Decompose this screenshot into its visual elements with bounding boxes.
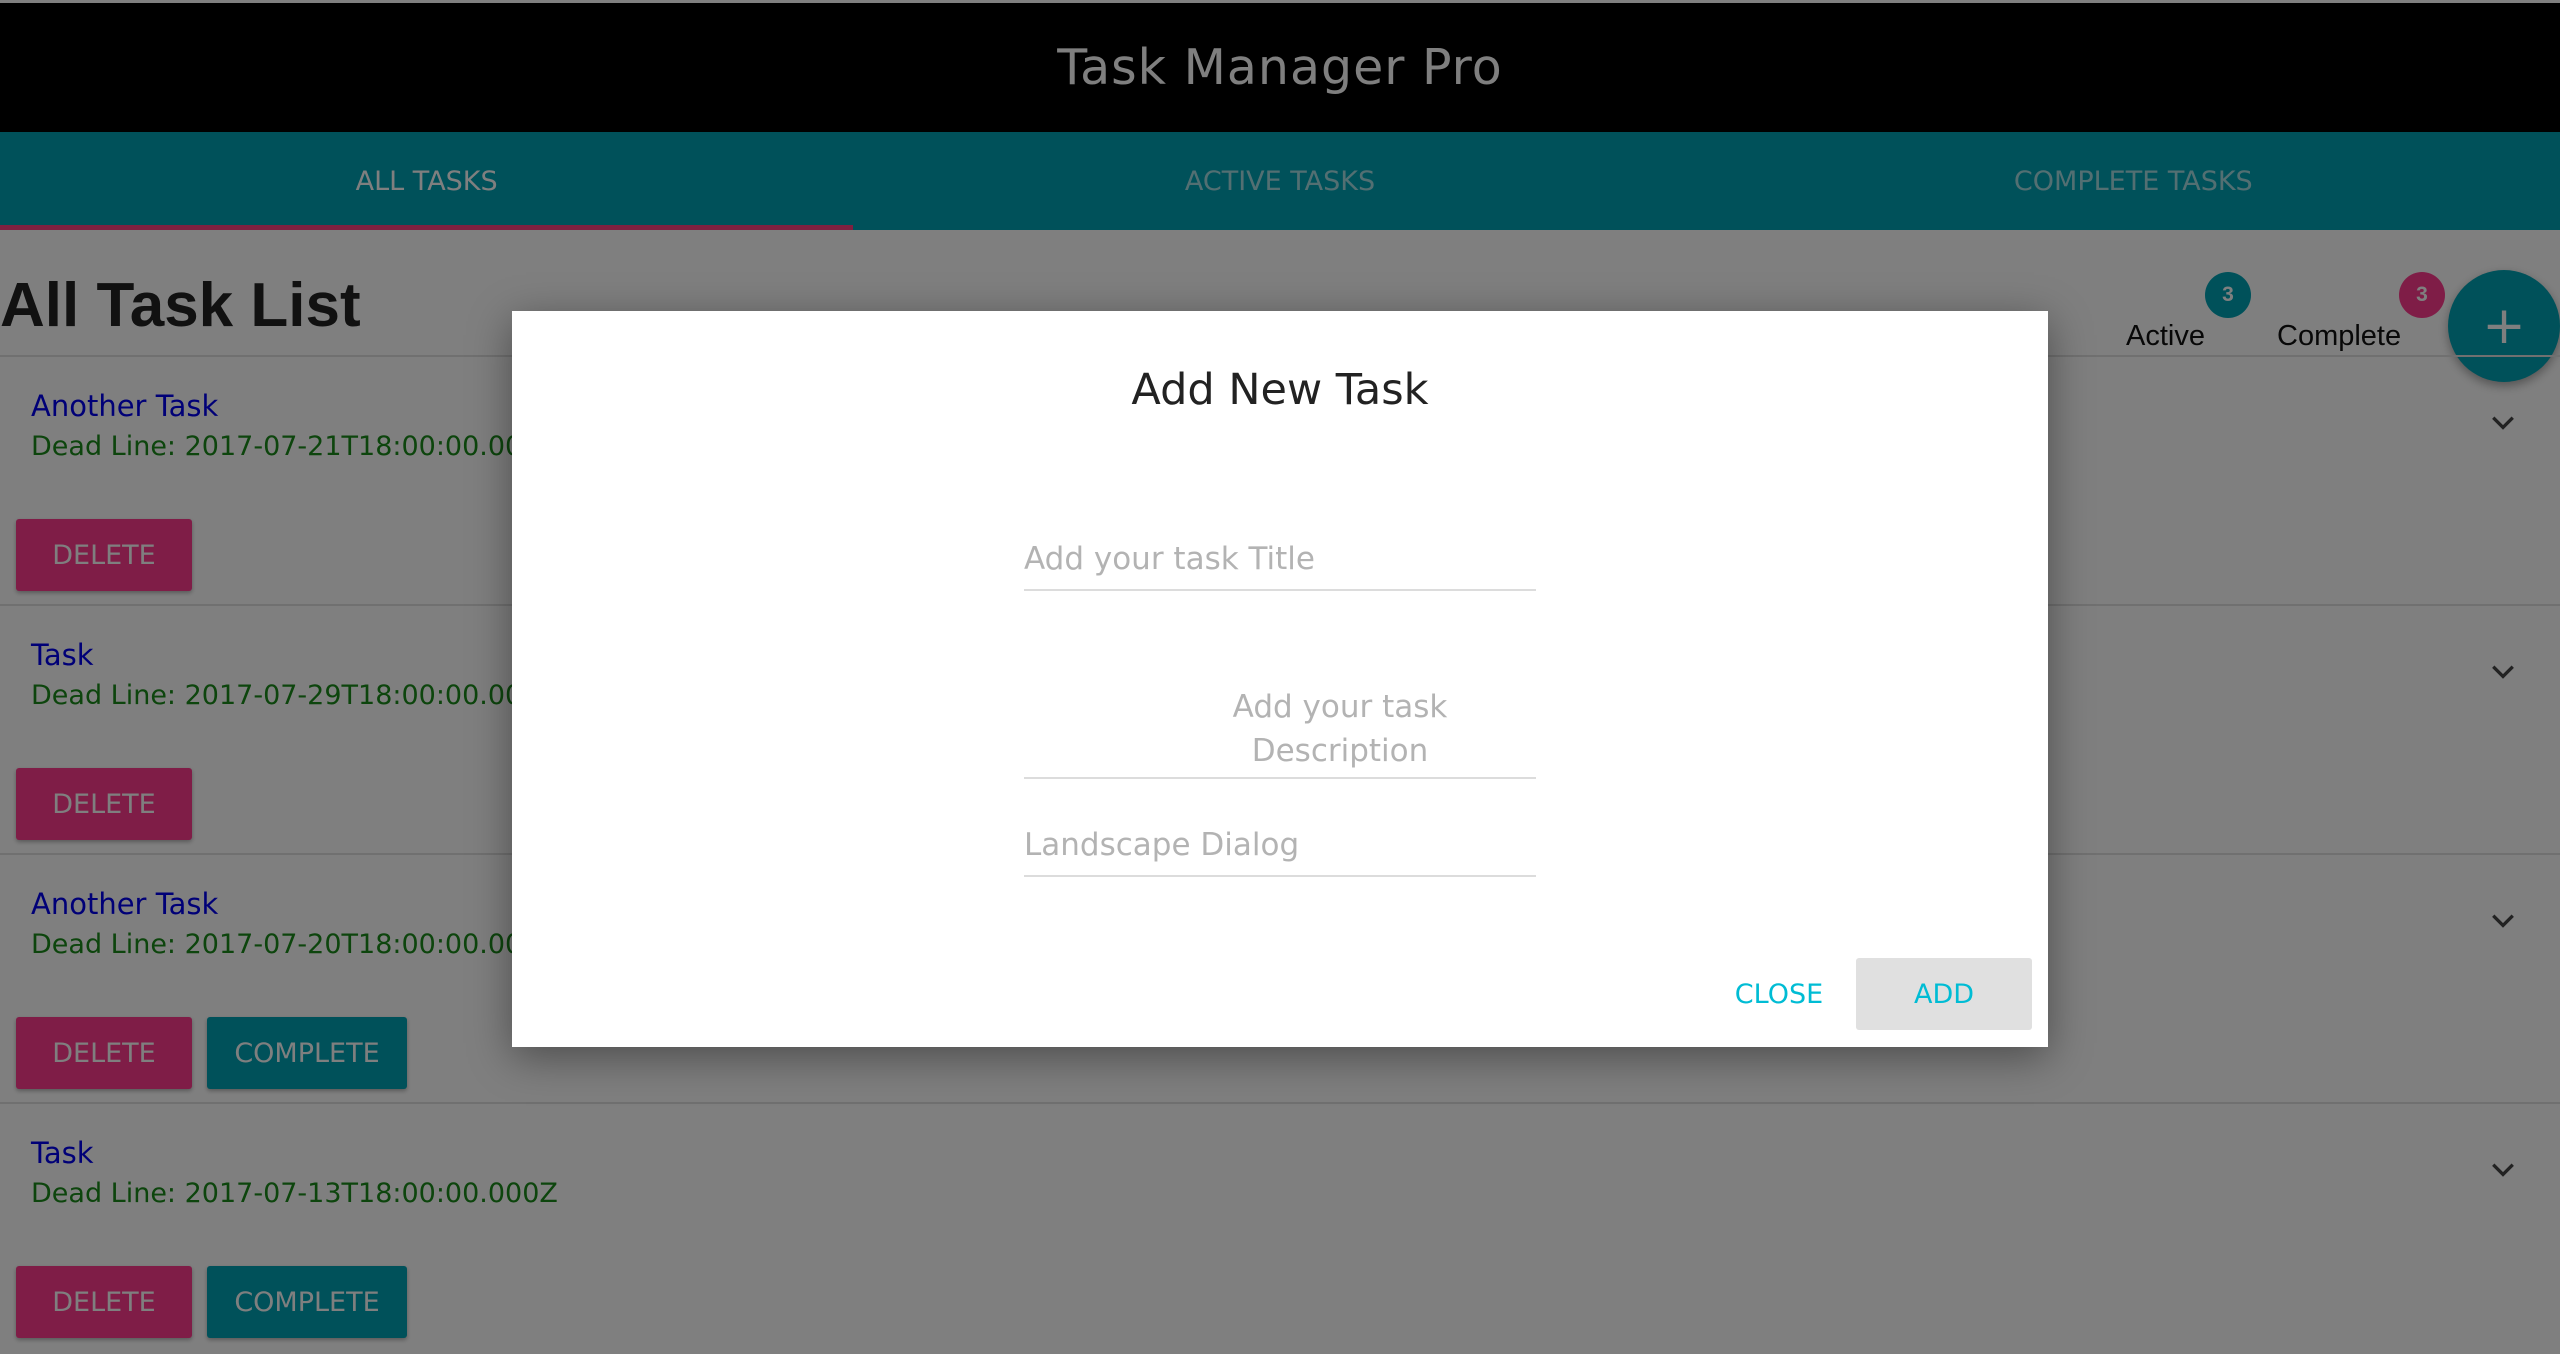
add-button-label: ADD	[1913, 978, 1975, 1010]
dialog-title: Add New Task	[1131, 365, 1429, 415]
add-button[interactable]: ADD	[1856, 958, 2032, 1030]
task-description-input[interactable]: Add your task Description	[1024, 685, 1536, 779]
landscape-dialog-input[interactable]: Landscape Dialog	[1024, 827, 1536, 877]
task-title-input[interactable]: Add your task Title	[1024, 541, 1536, 591]
close-button[interactable]: CLOSE	[1702, 958, 1856, 1030]
add-task-dialog: Add New Task Add your task Title Add you…	[512, 311, 2048, 1047]
